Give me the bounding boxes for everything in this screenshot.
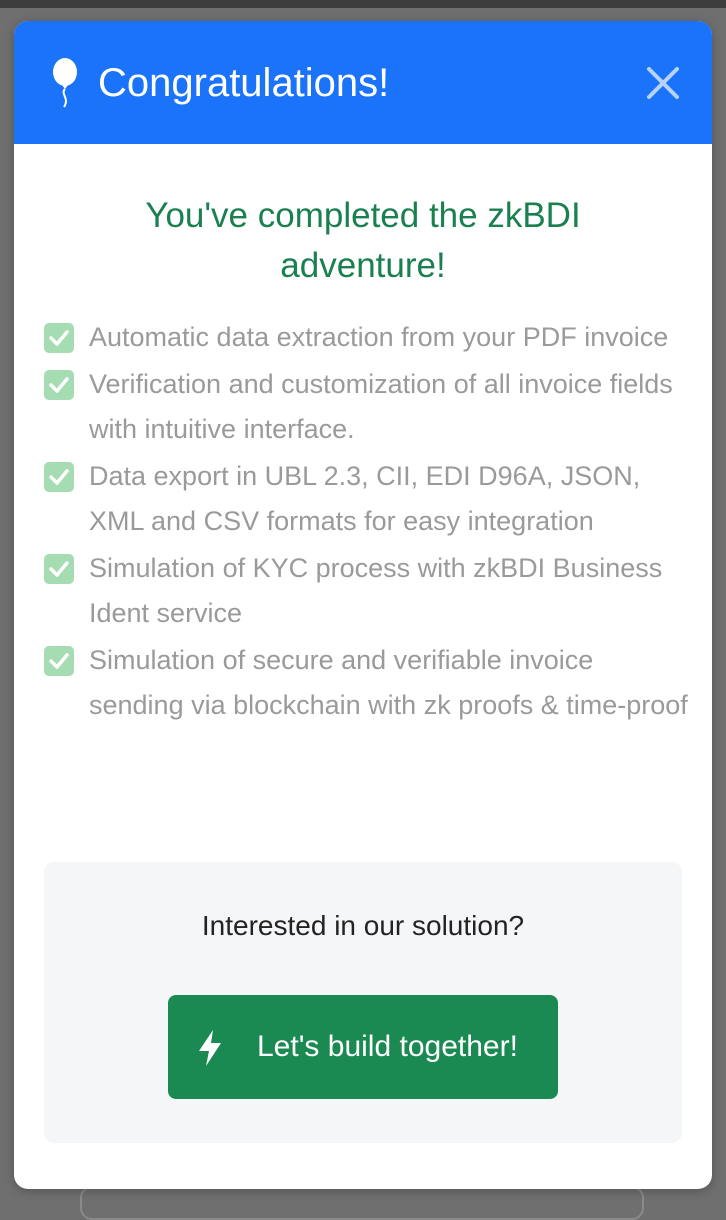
feature-item: Simulation of secure and verifiable invo… [44,638,694,728]
check-icon [44,370,74,400]
feature-list: Automatic data extraction from your PDF … [44,315,694,730]
feature-item: Data export in UBL 2.3, CII, EDI D96A, J… [44,454,694,544]
check-icon [44,323,74,353]
feature-text: Data export in UBL 2.3, CII, EDI D96A, J… [89,461,641,536]
feature-text: Simulation of KYC process with zkBDI Bus… [89,553,663,628]
check-icon [44,462,74,492]
check-icon [44,554,74,584]
feature-item: Verification and customization of all in… [44,362,694,452]
feature-item: Automatic data extraction from your PDF … [44,315,694,360]
feature-text: Verification and customization of all in… [89,369,673,444]
modal-header: Congratulations! [14,21,712,144]
feature-item: Simulation of KYC process with zkBDI Bus… [44,546,694,636]
modal-title: Congratulations! [98,61,390,105]
feature-text: Simulation of secure and verifiable invo… [89,645,688,720]
lets-build-together-button[interactable]: Let's build together! [168,995,558,1099]
close-icon[interactable] [638,58,688,108]
cta-question: Interested in our solution? [201,910,525,941]
cta-panel: Interested in our solution? Let's build … [44,862,682,1143]
congratulations-modal: Congratulations! You've completed the zk… [14,21,712,1189]
backdrop-top-strip [0,0,726,8]
feature-text: Automatic data extraction from your PDF … [89,322,669,352]
backdrop-element [80,1186,644,1220]
balloon-icon [53,58,77,108]
cta-button-label: Let's build together! [257,1030,518,1063]
check-icon [44,646,74,676]
completion-headline: You've completed the zkBDI adventure! [145,196,581,285]
lightning-bolt-icon [199,1030,221,1066]
